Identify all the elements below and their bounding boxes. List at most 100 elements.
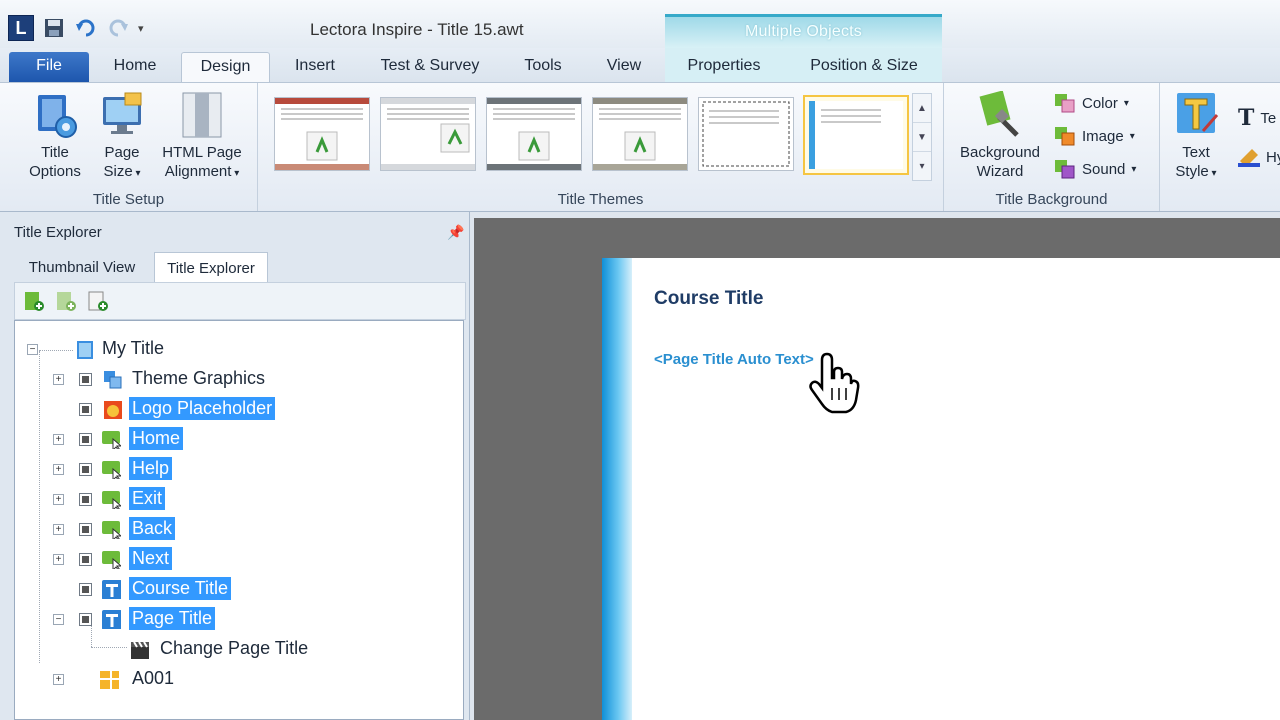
tab-properties[interactable]: Properties bbox=[674, 52, 774, 82]
visibility-checkbox[interactable] bbox=[79, 523, 92, 536]
course-title-text[interactable]: Course Title bbox=[654, 288, 763, 310]
expand-icon[interactable]: + bbox=[53, 464, 64, 475]
chapter-icon bbox=[100, 671, 119, 689]
button-object-icon bbox=[102, 431, 121, 449]
dropdown-arrow-icon: ▾ bbox=[1131, 163, 1137, 175]
customize-qat-icon[interactable]: ▾ bbox=[138, 22, 144, 35]
group-text: Text Style ▾ T Te Hy bbox=[1160, 83, 1280, 211]
alignment-icon bbox=[179, 91, 225, 139]
tab-home[interactable]: Home bbox=[100, 52, 170, 82]
background-wizard-button[interactable]: Background Wizard bbox=[950, 91, 1050, 181]
image-object-icon bbox=[104, 401, 122, 419]
dropdown-arrow-icon: ▾ bbox=[1123, 97, 1129, 109]
pin-icon[interactable]: 📌 bbox=[447, 224, 464, 241]
sound-icon bbox=[1055, 160, 1075, 179]
button-object-icon bbox=[102, 461, 121, 479]
ribbon: Title Options Page Size ▾ HTML Page Alig… bbox=[0, 82, 1280, 212]
group-label-title-background: Title Background bbox=[995, 191, 1108, 208]
window-title: Lectora Inspire - Title 15.awt bbox=[310, 20, 524, 39]
expand-icon[interactable]: + bbox=[53, 524, 64, 535]
gallery-down-icon[interactable]: ▼ bbox=[913, 123, 931, 152]
contextual-tab-header: Multiple Objects bbox=[665, 14, 942, 48]
dropdown-arrow-icon: ▾ bbox=[1129, 130, 1135, 142]
title-explorer-pane: Title Explorer 📌 Thumbnail View Title Ex… bbox=[0, 212, 470, 720]
text-properties-button[interactable]: T Te bbox=[1238, 105, 1276, 131]
collapse-icon[interactable]: − bbox=[53, 614, 64, 625]
visibility-checkbox[interactable] bbox=[79, 613, 92, 626]
visibility-checkbox[interactable] bbox=[79, 583, 92, 596]
save-icon[interactable] bbox=[42, 16, 66, 40]
html-page-alignment-button[interactable]: HTML Page Alignment ▾ bbox=[152, 91, 252, 183]
visibility-checkbox[interactable] bbox=[79, 433, 92, 446]
themes-gallery-scroll[interactable]: ▲ ▼ ▾ bbox=[912, 93, 932, 181]
page-canvas[interactable]: Course Title <Page Title Auto Text> bbox=[602, 258, 1280, 720]
graphics-group-icon bbox=[104, 371, 122, 389]
action-clapper-icon bbox=[131, 641, 149, 659]
expand-icon[interactable]: + bbox=[53, 674, 64, 685]
tab-position-size[interactable]: Position & Size bbox=[796, 52, 932, 82]
gallery-up-icon[interactable]: ▲ bbox=[913, 94, 931, 123]
text-t-icon: T bbox=[1238, 105, 1255, 131]
color-button[interactable]: Color ▾ bbox=[1054, 93, 1129, 113]
visibility-checkbox[interactable] bbox=[79, 373, 92, 386]
theme-thumbnail-6-selected[interactable] bbox=[803, 95, 909, 175]
theme-side-strip[interactable] bbox=[602, 258, 632, 720]
text-style-icon bbox=[1173, 91, 1219, 139]
text-object-icon bbox=[102, 610, 121, 629]
title-options-icon bbox=[32, 91, 78, 139]
theme-thumbnail-1[interactable] bbox=[274, 97, 370, 171]
tab-view[interactable]: View bbox=[594, 52, 654, 82]
button-object-icon bbox=[102, 491, 121, 509]
button-object-icon bbox=[102, 551, 121, 569]
hyperlink-button[interactable]: Hy bbox=[1238, 147, 1280, 167]
tab-test-survey[interactable]: Test & Survey bbox=[368, 52, 492, 82]
theme-thumbnail-5[interactable] bbox=[698, 97, 794, 171]
tab-title-explorer[interactable]: Title Explorer bbox=[154, 252, 268, 282]
theme-thumbnail-3[interactable] bbox=[486, 97, 582, 171]
title-explorer-tree: − My Title + Theme Graphics Logo Placeho… bbox=[14, 320, 464, 720]
title-bar: L ▾ Lectora Inspire - Title 15.awt Multi… bbox=[0, 0, 1280, 48]
tab-file[interactable]: File bbox=[9, 52, 89, 82]
image-button[interactable]: Image ▾ bbox=[1054, 126, 1135, 146]
sound-button[interactable]: Sound ▾ bbox=[1054, 159, 1136, 179]
undo-icon[interactable] bbox=[74, 16, 98, 40]
group-title-themes: ▲ ▼ ▾ Title Themes bbox=[258, 83, 944, 211]
app-logo-icon[interactable]: L bbox=[8, 15, 34, 41]
visibility-checkbox[interactable] bbox=[79, 463, 92, 476]
image-icon bbox=[1055, 127, 1075, 146]
page-size-button[interactable]: Page Size ▾ bbox=[94, 91, 150, 183]
expand-icon[interactable]: + bbox=[53, 374, 64, 385]
text-style-button[interactable]: Text Style ▾ bbox=[1168, 91, 1224, 183]
expand-icon[interactable]: + bbox=[53, 554, 64, 565]
expand-icon[interactable]: + bbox=[53, 494, 64, 505]
visibility-checkbox[interactable] bbox=[79, 403, 92, 416]
title-options-button[interactable]: Title Options bbox=[20, 91, 90, 181]
add-section-icon[interactable] bbox=[55, 290, 77, 312]
button-object-icon bbox=[102, 521, 121, 539]
pane-title: Title Explorer bbox=[14, 224, 102, 241]
redo-icon[interactable] bbox=[106, 16, 130, 40]
page-title-auto-text[interactable]: <Page Title Auto Text> bbox=[654, 351, 814, 368]
tab-thumbnail-view[interactable]: Thumbnail View bbox=[14, 252, 150, 282]
hand-cursor-icon bbox=[809, 352, 860, 414]
tree-connector bbox=[39, 350, 73, 351]
collapse-icon[interactable]: − bbox=[27, 344, 38, 355]
visibility-checkbox[interactable] bbox=[79, 553, 92, 566]
theme-thumbnail-4[interactable] bbox=[592, 97, 688, 171]
add-page-icon[interactable] bbox=[87, 290, 109, 312]
group-title-background: Background Wizard Color ▾ Image ▾ Sound ▾ T… bbox=[944, 83, 1160, 211]
tab-design[interactable]: Design bbox=[181, 52, 270, 82]
theme-thumbnail-2[interactable] bbox=[380, 97, 476, 171]
visibility-checkbox[interactable] bbox=[79, 493, 92, 506]
add-chapter-icon[interactable] bbox=[23, 290, 45, 312]
group-label-title-setup: Title Setup bbox=[92, 191, 165, 208]
text-object-icon bbox=[102, 580, 121, 599]
quick-access-toolbar: L ▾ bbox=[8, 15, 144, 41]
expand-icon[interactable]: + bbox=[53, 434, 64, 445]
book-icon bbox=[77, 341, 93, 359]
color-icon bbox=[1055, 94, 1075, 113]
tab-insert[interactable]: Insert bbox=[280, 52, 350, 82]
gallery-more-icon[interactable]: ▾ bbox=[913, 152, 931, 181]
tab-tools[interactable]: Tools bbox=[510, 52, 576, 82]
dropdown-arrow-icon: ▾ bbox=[231, 168, 240, 179]
